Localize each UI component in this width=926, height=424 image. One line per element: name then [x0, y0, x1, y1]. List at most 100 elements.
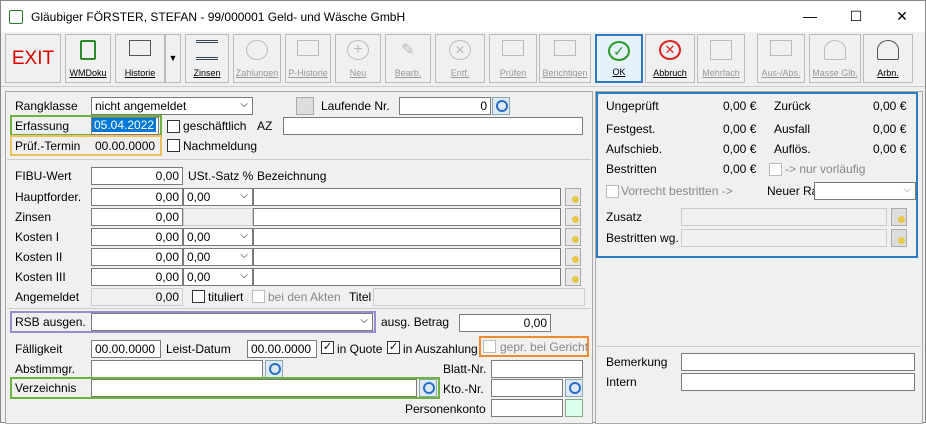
- kto-nr-input[interactable]: [491, 379, 563, 397]
- maximize-button[interactable]: ☐: [833, 1, 879, 32]
- pin-icon[interactable]: [565, 268, 581, 286]
- masse-glb-button[interactable]: Masse Glb.: [809, 34, 861, 83]
- add-rank-icon[interactable]: [296, 97, 314, 115]
- arbn-label: Arbn.: [877, 68, 899, 78]
- nachmeldung-checkbox[interactable]: [167, 139, 180, 152]
- phistorie-label: P-Historie: [288, 68, 328, 78]
- row-value-input[interactable]: 0,00: [91, 268, 183, 286]
- zahlungen-label: Zahlungen: [235, 68, 279, 78]
- ausabs-button[interactable]: Aus-/Abs.: [757, 34, 805, 83]
- historie-dropdown[interactable]: ▼: [165, 34, 181, 83]
- row-bezeichnung-input[interactable]: [253, 228, 561, 246]
- pruef-termin-input[interactable]: 00.00.0000: [91, 137, 159, 155]
- neuer-rang-select[interactable]: ⌵: [814, 182, 916, 200]
- row-ust-select[interactable]: 0,00 ⌵: [183, 188, 253, 206]
- bei-akten-checkbox[interactable]: [252, 290, 265, 303]
- folder-icon: [297, 40, 319, 56]
- abstimmgr-input[interactable]: [91, 360, 263, 378]
- search-icon[interactable]: [492, 97, 510, 115]
- zahlungen-button[interactable]: Zahlungen: [233, 34, 281, 83]
- bearb-label: Bearb.: [394, 68, 422, 78]
- pin-icon[interactable]: [565, 248, 581, 266]
- row-value-input[interactable]: 0,00: [91, 208, 183, 226]
- verzeichnis-input[interactable]: [91, 379, 417, 397]
- bemerkung-label: Bemerkung: [606, 355, 668, 369]
- pin-icon[interactable]: [565, 208, 581, 226]
- zinsen-button[interactable]: Zinsen: [185, 34, 229, 83]
- blatt-nr-label: Blatt-Nr.: [443, 362, 487, 376]
- search-icon[interactable]: [265, 360, 283, 378]
- in-quote-checkbox[interactable]: ✓: [321, 341, 334, 354]
- blatt-nr-input[interactable]: [491, 360, 583, 378]
- ausg-betrag-input[interactable]: 0,00: [459, 314, 551, 332]
- gepr-gericht-checkbox[interactable]: [483, 340, 496, 353]
- search-icon[interactable]: [419, 379, 437, 397]
- calculator-icon[interactable]: [565, 399, 583, 417]
- berichtigen-button[interactable]: Berichtigen: [539, 34, 591, 83]
- wmdoku-label: WMDoku: [69, 68, 107, 78]
- minimize-button[interactable]: —: [787, 1, 833, 32]
- abbruch-button[interactable]: ✕ Abbruch: [645, 34, 695, 83]
- arbn-button[interactable]: Arbn.: [863, 34, 913, 83]
- row-value-input[interactable]: 0,00: [91, 228, 183, 246]
- zurueck-value: 0,00 €: [873, 99, 907, 113]
- neu-button[interactable]: + Neu: [335, 34, 381, 83]
- divider: [7, 159, 591, 160]
- wmdoku-button[interactable]: WMDoku: [65, 34, 111, 83]
- pin-icon[interactable]: [891, 208, 907, 226]
- stack-icon: [196, 40, 218, 60]
- ok-button[interactable]: ✓ OK: [595, 34, 643, 83]
- ungeprueft-label: Ungeprüft: [606, 99, 659, 113]
- search-icon[interactable]: [565, 379, 583, 397]
- laufende-nr-input[interactable]: 0: [399, 97, 491, 115]
- row-value-input[interactable]: 0,00: [91, 188, 183, 206]
- exit-button[interactable]: EXIT: [5, 34, 61, 83]
- titel-input[interactable]: [373, 288, 585, 306]
- row-label: Zinsen: [15, 210, 52, 224]
- ausfall-label: Ausfall: [774, 122, 811, 136]
- row-bezeichnung-input[interactable]: [253, 188, 561, 206]
- ausfall-value: 0,00 €: [873, 122, 907, 136]
- divider: [597, 346, 921, 347]
- row-ust-select[interactable]: 0,00 ⌵: [183, 248, 253, 266]
- pin-icon[interactable]: [565, 188, 581, 206]
- row-bezeichnung-input[interactable]: [253, 208, 561, 226]
- bearb-button[interactable]: ✎ Bearb.: [385, 34, 431, 83]
- entf-button[interactable]: ✕ Entf.: [435, 34, 485, 83]
- tituliert-checkbox[interactable]: [192, 290, 205, 303]
- phistorie-button[interactable]: P-Historie: [285, 34, 331, 83]
- fibu-input[interactable]: 0,00: [91, 167, 183, 185]
- bezeichnung-label: Bezeichnung: [257, 169, 327, 183]
- bestritten-wg-input[interactable]: [681, 229, 887, 247]
- search-folder-icon: [502, 40, 524, 56]
- leist-datum-label: Leist-Datum: [166, 342, 231, 356]
- erfassung-input[interactable]: 05.04.2022: [91, 117, 159, 135]
- pruefen-button[interactable]: Prüfen: [489, 34, 537, 83]
- row-bezeichnung-input[interactable]: [253, 268, 561, 286]
- row-ust-select[interactable]: 0,00 ⌵: [183, 228, 253, 246]
- personenkonto-input[interactable]: [491, 399, 563, 417]
- row-label: Kosten II: [15, 250, 63, 264]
- chevron-down-icon: ⌵: [240, 190, 248, 201]
- zusatz-input[interactable]: [681, 208, 887, 226]
- gepr-gericht-label: gepr. bei Gericht: [500, 340, 589, 354]
- geschaeftlich-checkbox[interactable]: [167, 120, 180, 133]
- az-input[interactable]: [283, 117, 583, 135]
- leist-datum-input[interactable]: 00.00.0000: [247, 340, 317, 358]
- pin-icon[interactable]: [565, 228, 581, 246]
- pin-icon[interactable]: [891, 229, 907, 247]
- rangklasse-select[interactable]: nicht angemeldet ⌵: [91, 97, 253, 115]
- row-value-input[interactable]: 0,00: [91, 248, 183, 266]
- historie-button[interactable]: Historie: [115, 34, 165, 83]
- faelligkeit-input[interactable]: 00.00.0000: [91, 340, 161, 358]
- bemerkung-input[interactable]: [681, 353, 915, 371]
- mehrfach-button[interactable]: Mehrfach: [697, 34, 745, 83]
- rsb-select[interactable]: ⌵: [91, 313, 373, 331]
- row-bezeichnung-input[interactable]: [253, 248, 561, 266]
- row-ust-select[interactable]: 0,00 ⌵: [183, 268, 253, 286]
- intern-input[interactable]: [681, 373, 915, 391]
- in-auszahlung-checkbox[interactable]: ✓: [387, 341, 400, 354]
- nur-vorlaeufig-checkbox[interactable]: [769, 163, 782, 176]
- close-button[interactable]: ✕: [879, 1, 925, 32]
- vorrecht-checkbox[interactable]: [606, 185, 619, 198]
